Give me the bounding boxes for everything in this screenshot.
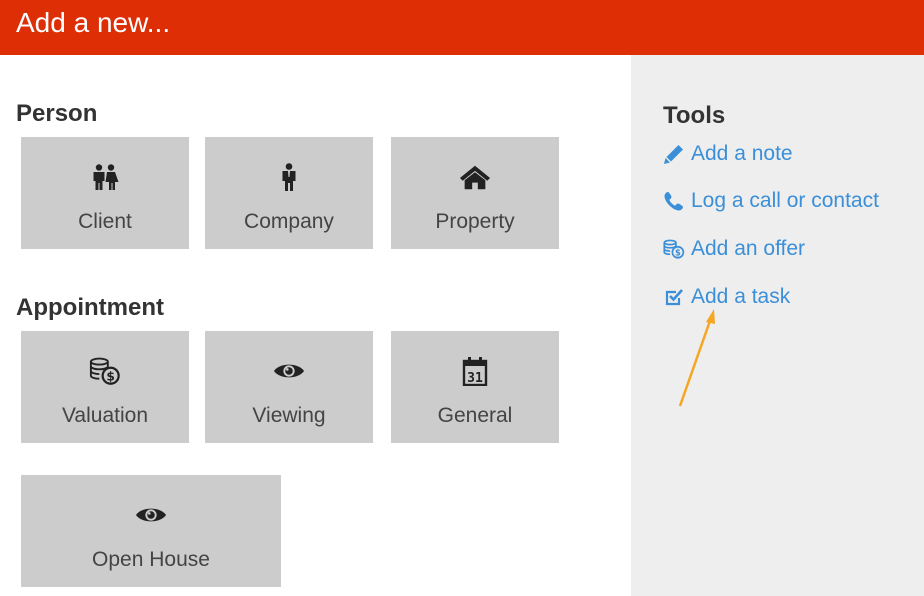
add-task-link[interactable]: Add a task [663, 284, 790, 310]
coins-icon: $ [89, 357, 121, 385]
svg-text:$: $ [675, 247, 681, 257]
page-title: Add a new... [16, 7, 171, 38]
company-tile-button[interactable]: Company [205, 137, 373, 249]
eye-icon [273, 357, 305, 385]
valuation-tile-button[interactable]: $ Valuation [21, 331, 189, 443]
home-icon [459, 163, 491, 191]
add-offer-label: Add an offer [691, 237, 806, 260]
add-note-link[interactable]: Add a note [663, 141, 793, 167]
property-tile-label: Property [435, 210, 515, 233]
company-tile-label: Company [244, 210, 334, 233]
log-call-label: Log a call or contact [691, 189, 879, 212]
calendar-icon: 31 [459, 357, 491, 386]
calendar-day-number: 31 [467, 371, 483, 386]
general-tile-label: General [437, 404, 513, 427]
add-note-label: Add a note [691, 142, 793, 165]
client-tile-button[interactable]: Client [21, 137, 189, 249]
property-tile-button[interactable]: Property [391, 137, 559, 249]
checkbox-icon [663, 286, 685, 308]
eye-icon [135, 501, 167, 529]
coins-icon: $ [663, 238, 685, 260]
viewing-tile-label: Viewing [252, 404, 326, 427]
valuation-tile-label: Valuation [61, 404, 148, 427]
tools-title: Tools [663, 102, 726, 129]
header-bar: Add a new... [0, 0, 924, 55]
people-icon [89, 163, 121, 191]
pencil-icon [663, 143, 685, 165]
log-call-link[interactable]: Log a call or contact [663, 188, 879, 214]
person-section-title: Person [16, 100, 98, 127]
general-tile-button[interactable]: 31 General [391, 331, 559, 443]
viewing-tile-button[interactable]: Viewing [205, 331, 373, 443]
main-panel: Person Client Company Property Appointme… [0, 55, 631, 596]
add-task-label: Add a task [691, 285, 791, 308]
person-icon [273, 163, 305, 191]
open-house-tile-button[interactable]: Open House [21, 475, 281, 587]
appointment-section-title: Appointment [16, 294, 164, 321]
add-offer-link[interactable]: $ Add an offer [663, 236, 805, 262]
phone-icon [663, 190, 685, 212]
svg-text:$: $ [106, 369, 115, 383]
client-tile-label: Client [78, 210, 132, 233]
tools-sidebar: Tools Add a note Log a call or contact $… [631, 55, 924, 596]
open-house-tile-label: Open House [92, 548, 210, 571]
